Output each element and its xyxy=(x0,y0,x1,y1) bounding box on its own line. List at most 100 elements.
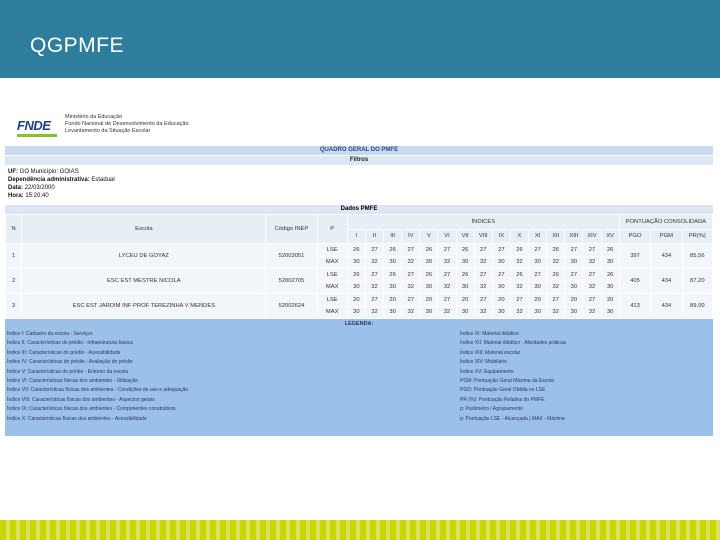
max-value: 30 xyxy=(528,305,548,319)
max-value: 32 xyxy=(473,280,493,294)
filter-data: Data: 22/03/2000 xyxy=(8,185,55,191)
max-value: 32 xyxy=(509,305,530,319)
lse-value: 26 xyxy=(509,243,530,257)
max-value: 30 xyxy=(383,280,403,294)
max-value: 30 xyxy=(346,280,366,294)
col-escola-header: Escola xyxy=(21,214,267,244)
lse-value: 26 xyxy=(455,268,475,282)
col-n-header: N xyxy=(4,214,23,244)
lse-value: 20 xyxy=(455,293,475,307)
lse-value: 27 xyxy=(401,293,421,307)
index-header: VI xyxy=(437,228,457,244)
param-max: MAX xyxy=(316,280,348,294)
table-row: 1 LYCEU DE GOYAZ 52003051 LSE 26 27 26 27 26 27 26… xyxy=(4,243,714,269)
school-inep-code: 52002624 xyxy=(265,293,318,319)
lse-value: 27 xyxy=(437,293,457,307)
max-value: 30 xyxy=(564,255,584,269)
lse-value: 20 xyxy=(491,293,511,307)
legend-item: PGM: Pontuação Geral Máxima da Escola xyxy=(460,377,554,384)
lse-value: 27 xyxy=(473,243,493,257)
ministry-line: Levantamento da Situação Escolar xyxy=(65,128,151,134)
lse-value: 26 xyxy=(455,243,475,257)
legend-item: PR (%): Pontuação Relativa do PMFE xyxy=(460,396,545,403)
lse-value: 27 xyxy=(491,243,511,257)
lse-value: 20 xyxy=(419,293,439,307)
pr-value: 87,20 xyxy=(681,268,714,294)
max-value: 30 xyxy=(419,255,439,269)
lse-value: 27 xyxy=(473,293,493,307)
lse-value: 26 xyxy=(383,268,403,282)
pgm-value: 434 xyxy=(650,268,683,294)
lse-value: 27 xyxy=(564,243,584,257)
index-header: X xyxy=(509,228,530,244)
col-codigo-header: Código INEP xyxy=(265,214,318,244)
legend-item: Índice III: Características do prédio - … xyxy=(7,349,121,356)
param-lse: LSE xyxy=(316,243,348,257)
legend-item: p: Pontuação LSE - Alcançada | MAX - Máx… xyxy=(460,415,565,422)
lse-value: 27 xyxy=(582,293,602,307)
legend-item: Índice VIII: Características físicas dos… xyxy=(7,396,155,403)
ministry-text: Ministério da Educação Fundo Nacional de… xyxy=(65,114,189,135)
max-value: 30 xyxy=(455,280,475,294)
index-header: I xyxy=(346,228,366,244)
legend-item: Índice XV: Equipamento xyxy=(460,368,514,375)
lse-value: 26 xyxy=(419,268,439,282)
pr-value: 89,00 xyxy=(681,293,714,319)
school-number: 3 xyxy=(4,293,23,319)
max-value: 32 xyxy=(401,305,421,319)
max-value: 32 xyxy=(546,280,566,294)
param-max: MAX xyxy=(316,255,348,269)
fnde-logo: FNDE xyxy=(17,118,51,133)
table-row: 2 ESC EST MESTRE NICOLA 52002705 LSE 26 27 26 2… xyxy=(4,268,714,294)
index-header: IV xyxy=(401,228,421,244)
lse-value: 27 xyxy=(509,293,530,307)
dados-title: Dados PMFE xyxy=(5,205,713,214)
col-p-header: P xyxy=(316,214,348,244)
school-number: 2 xyxy=(4,268,23,294)
pgm-value: 434 xyxy=(650,293,683,319)
lse-value: 27 xyxy=(401,243,421,257)
legend-title: LEGENDA: xyxy=(344,321,374,327)
score-header: PGO xyxy=(618,228,652,244)
max-value: 32 xyxy=(546,255,566,269)
lse-value: 27 xyxy=(528,268,548,282)
max-value: 32 xyxy=(509,280,530,294)
max-value: 32 xyxy=(437,305,457,319)
filter-dependencia: Dependência administrativa: Estadual xyxy=(8,177,115,183)
index-header: XI xyxy=(528,228,548,244)
col-pontuacao-header: PONTUAÇÃO CONSOLIDADA xyxy=(618,214,714,230)
fnde-logo-bar xyxy=(17,134,57,137)
legend-item: Índice XIII: Material escolar xyxy=(460,349,521,356)
slide-title-bar: QGPMFE xyxy=(0,0,720,78)
max-value: 32 xyxy=(546,305,566,319)
school-inep-code: 52002705 xyxy=(265,268,318,294)
max-value: 30 xyxy=(455,305,475,319)
filters-title: Filtros xyxy=(5,156,713,165)
lse-value: 26 xyxy=(346,268,366,282)
lse-value: 20 xyxy=(528,293,548,307)
index-header: XIII xyxy=(564,228,584,244)
max-value: 30 xyxy=(491,255,511,269)
lse-value: 27 xyxy=(491,268,511,282)
max-value: 32 xyxy=(582,280,602,294)
max-value: 32 xyxy=(364,305,385,319)
lse-value: 27 xyxy=(401,268,421,282)
filters-panel: UF: GO Município: GOIAS Dependência admi… xyxy=(5,165,713,205)
ministry-line: Fundo Nacional de Desenvolvimento da Edu… xyxy=(65,121,189,127)
pgo-value: 397 xyxy=(618,243,652,269)
legend-right-column: Índice XI: Material didático Índice XII: … xyxy=(460,330,720,424)
max-value: 32 xyxy=(582,305,602,319)
lse-value: 26 xyxy=(346,243,366,257)
legend-item: PGO: Pontuação Geral Obtida no LSE xyxy=(460,387,546,394)
max-value: 32 xyxy=(401,255,421,269)
max-value: 32 xyxy=(437,280,457,294)
legend-item: Índice XII: Material didático - Atividad… xyxy=(460,340,567,347)
legend-item: Índice X: Características físicas dos am… xyxy=(7,415,147,422)
index-header: XIV xyxy=(582,228,602,244)
lse-value: 20 xyxy=(600,293,620,307)
lse-value: 26 xyxy=(600,268,620,282)
legend-item: Índice II: Características do prédio - I… xyxy=(7,340,133,347)
school-name: ESC EST MESTRE NICOLA xyxy=(21,268,267,294)
max-value: 30 xyxy=(600,305,620,319)
lse-value: 20 xyxy=(383,293,403,307)
